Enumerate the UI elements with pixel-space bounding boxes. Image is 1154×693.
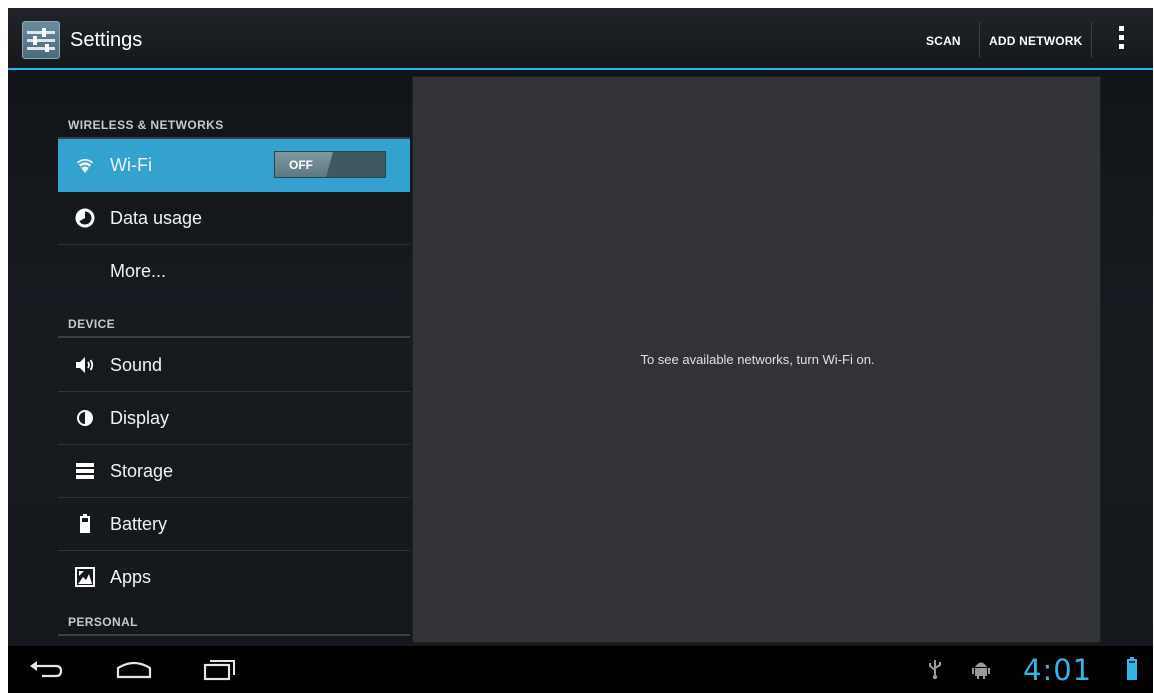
storage-icon <box>74 460 96 482</box>
section-header-personal: PERSONAL <box>68 615 138 629</box>
settings-item-label: Storage <box>110 461 174 481</box>
settings-item-label: Data usage <box>110 208 203 228</box>
settings-item-label: Sound <box>110 355 163 375</box>
settings-item-display[interactable]: Display <box>58 392 410 445</box>
action-divider <box>1091 22 1092 58</box>
action-divider <box>979 22 980 58</box>
section-divider <box>58 336 410 338</box>
settings-item-label: Display <box>110 408 170 428</box>
wifi-toggle[interactable]: OFF <box>274 151 386 178</box>
section-header-wireless: WIRELESS & NETWORKS <box>68 118 224 132</box>
recent-apps-icon[interactable] <box>200 655 240 688</box>
wifi-detail-pane: To see available networks, turn Wi-Fi on… <box>412 76 1101 643</box>
system-navigation-bar: 4:01 <box>8 646 1153 693</box>
back-icon[interactable] <box>28 655 64 688</box>
wifi-toggle-state: OFF <box>289 158 313 172</box>
home-icon[interactable] <box>114 655 154 688</box>
page-title: Settings <box>70 29 143 51</box>
debug-icon <box>972 658 990 685</box>
empty-state-message: To see available networks, turn Wi-Fi on… <box>640 352 875 367</box>
settings-item-wifi[interactable]: Wi-Fi OFF <box>58 139 410 192</box>
sound-icon <box>74 354 96 376</box>
settings-item-more[interactable]: More... <box>58 245 410 295</box>
add-network-button[interactable]: ADD NETWORK <box>989 34 1083 48</box>
settings-item-storage[interactable]: Storage <box>58 445 410 498</box>
settings-app-icon[interactable] <box>22 21 60 59</box>
settings-item-sound[interactable]: Sound <box>58 339 410 392</box>
battery-icon <box>74 513 96 535</box>
apps-icon <box>74 566 96 588</box>
settings-item-label: Wi-Fi <box>110 155 152 175</box>
status-clock: 4:01 <box>1023 653 1093 687</box>
section-header-device: DEVICE <box>68 317 116 331</box>
settings-item-label: Battery <box>110 514 168 534</box>
wifi-icon <box>74 154 96 176</box>
action-bar: Settings SCAN ADD NETWORK <box>8 8 1153 70</box>
overflow-menu-icon[interactable] <box>1114 26 1128 54</box>
settings-item-apps[interactable]: Apps <box>58 551 410 604</box>
data-usage-icon <box>74 207 96 229</box>
section-divider <box>58 634 410 636</box>
display-icon <box>74 407 96 429</box>
settings-item-label: More... <box>110 261 167 281</box>
settings-item-battery[interactable]: Battery <box>58 498 410 551</box>
tablet-screen: Settings SCAN ADD NETWORK WIRELESS & NET… <box>8 8 1153 693</box>
usb-icon <box>927 658 943 685</box>
battery-icon <box>1126 657 1138 686</box>
settings-item-data-usage[interactable]: Data usage <box>58 192 410 245</box>
scan-button[interactable]: SCAN <box>926 34 961 48</box>
settings-item-label: Apps <box>110 567 152 587</box>
